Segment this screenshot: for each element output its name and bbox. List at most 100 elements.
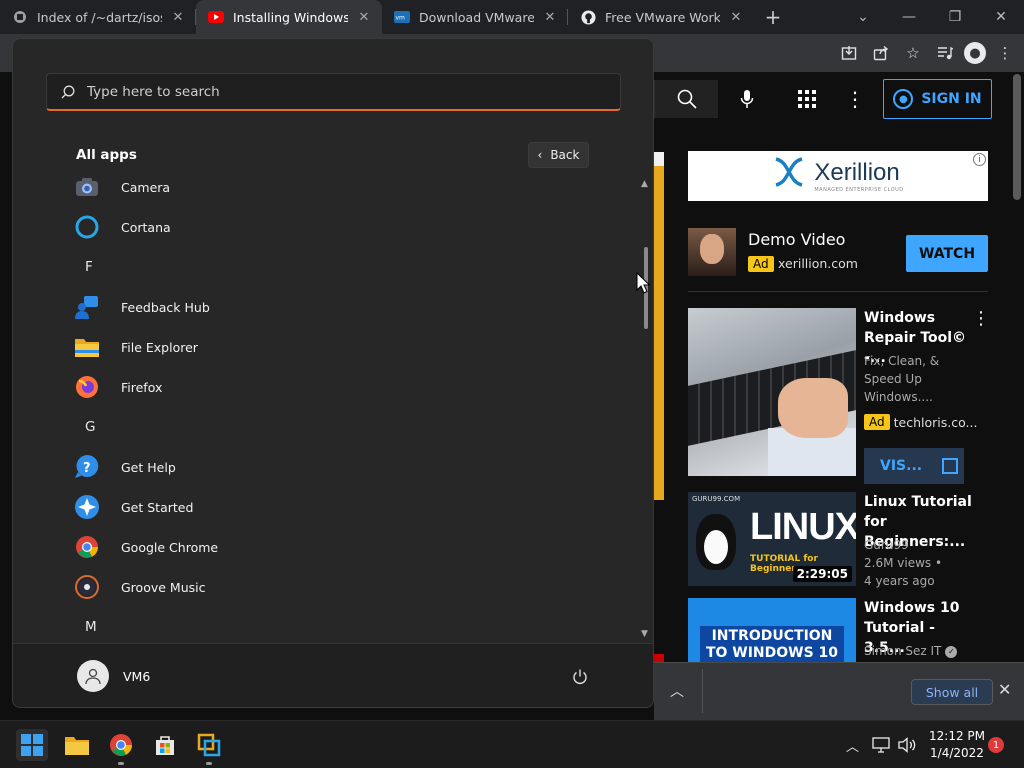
taskbar-vmware[interactable] — [193, 729, 225, 765]
browser-menu-icon[interactable]: ⋮ — [992, 40, 1018, 66]
profile-avatar-icon[interactable]: ● — [964, 42, 986, 64]
video-thumbnail[interactable]: GURU99.COM LINUX TUTORIAL for Beginner 2… — [688, 492, 856, 586]
folder-icon — [73, 333, 101, 361]
media-control-icon[interactable] — [932, 40, 958, 66]
window-controls: ⌄ — ❐ ✕ — [840, 0, 1024, 34]
show-all-downloads-button[interactable]: Show all — [911, 679, 993, 705]
network-icon[interactable] — [872, 721, 890, 768]
close-icon[interactable]: ✕ — [998, 680, 1011, 699]
user-avatar-icon — [77, 660, 109, 692]
page-scrollbar[interactable] — [1013, 72, 1021, 662]
app-groove-music[interactable]: Groove Music — [73, 567, 613, 607]
ad-domain: techloris.co... — [893, 414, 978, 430]
microphone-icon — [740, 90, 754, 108]
volume-icon[interactable] — [898, 721, 916, 768]
download-bar: ︿ Show all ✕ — [654, 662, 1024, 720]
browser-tab-strip: Index of /~dartz/isos/ ✕ Installing Wind… — [0, 0, 1024, 34]
install-app-icon[interactable] — [836, 40, 862, 66]
taskbar-chrome[interactable] — [105, 729, 137, 765]
app-get-help[interactable]: ? Get Help — [73, 447, 613, 487]
cortana-icon — [73, 213, 101, 241]
scroll-down-icon[interactable]: ▼ — [641, 629, 648, 639]
notification-badge[interactable]: 1 — [988, 737, 1004, 753]
chevron-up-icon[interactable]: ︿ — [670, 681, 684, 701]
video-duration: 2:29:05 — [792, 566, 852, 582]
list-item[interactable]: GURU99.COM LINUX TUTORIAL for Beginner 2… — [688, 492, 988, 588]
taskbar-file-explorer[interactable] — [61, 729, 93, 761]
all-apps-heading: All apps — [76, 147, 137, 163]
letter-header-g[interactable]: G — [85, 419, 95, 435]
vmware-workstation-icon — [197, 733, 221, 757]
start-search-input[interactable] — [87, 83, 567, 100]
tab-label: Index of /~dartz/isos/ — [37, 9, 162, 25]
firefox-icon — [73, 373, 101, 401]
channel-name[interactable]: Simon Sez IT — [864, 644, 941, 658]
yt-search-button[interactable] — [654, 80, 718, 118]
ad-info-icon[interactable]: i — [973, 153, 986, 166]
app-cortana[interactable]: Cortana — [73, 207, 613, 247]
start-button[interactable] — [16, 729, 48, 761]
yt-settings-more-icon[interactable]: ⋮ — [838, 80, 872, 118]
start-menu-footer: VM6 — [13, 643, 653, 707]
minimize-button[interactable]: — — [886, 9, 932, 25]
sign-in-button[interactable]: ● SIGN IN — [883, 79, 992, 119]
yt-apps-button[interactable] — [790, 80, 824, 118]
watch-button[interactable]: WATCH — [906, 235, 988, 272]
app-file-explorer[interactable]: File Explorer — [73, 327, 613, 367]
svg-text:vm: vm — [396, 15, 406, 22]
tab-index-isos[interactable]: Index of /~dartz/isos/ ✕ — [0, 0, 196, 34]
close-window-button[interactable]: ✕ — [978, 9, 1024, 25]
letter-header-f[interactable]: F — [85, 259, 93, 275]
tab-free-vmware[interactable]: Free VMware Workstat ✕ — [568, 0, 754, 34]
search-icon — [677, 89, 697, 109]
app-get-started[interactable]: Get Started — [73, 487, 613, 527]
app-camera[interactable]: Camera — [73, 167, 613, 207]
chevron-left-icon: ‹ — [537, 148, 543, 162]
ad-banner[interactable]: Xerillion MANAGED ENTERPRISE CLOUD i — [688, 151, 988, 201]
tab-search-icon[interactable]: ⌄ — [840, 9, 886, 25]
ad-tagline: MANAGED ENTERPRISE CLOUD — [814, 187, 904, 193]
groove-music-icon — [73, 573, 101, 601]
share-icon[interactable] — [868, 40, 894, 66]
app-firefox[interactable]: Firefox — [73, 367, 613, 407]
verified-check-icon: ✓ — [945, 645, 958, 658]
feedback-hub-icon — [73, 293, 101, 321]
tab-installing-windows-xp[interactable]: Installing Windows XP ✕ — [196, 0, 382, 34]
start-search-box[interactable] — [46, 73, 621, 111]
close-icon[interactable]: ✕ — [170, 10, 186, 25]
app-list-scrollbar[interactable]: ▲ ▼ — [641, 179, 651, 639]
external-link-icon — [942, 458, 959, 474]
app-feedback-hub[interactable]: Feedback Hub — [73, 287, 613, 327]
close-icon[interactable]: ✕ — [728, 10, 744, 25]
app-google-chrome[interactable]: Google Chrome — [73, 527, 613, 567]
visit-button[interactable]: VIS... — [864, 448, 964, 484]
youtube-icon — [208, 9, 224, 25]
video-thumbnail[interactable] — [688, 308, 856, 476]
sign-in-label: SIGN IN — [921, 91, 982, 107]
video-thumbnail[interactable]: INTRODUCTION TO WINDOWS 10 — [688, 598, 856, 662]
list-item[interactable]: INTRODUCTION TO WINDOWS 10 Windows 10 Tu… — [688, 598, 988, 662]
channel-name[interactable]: Guru99 — [864, 536, 974, 554]
user-account-button[interactable]: VM6 — [77, 660, 150, 692]
close-icon[interactable]: ✕ — [542, 10, 558, 25]
more-vert-icon[interactable]: ⋮ — [972, 308, 990, 329]
tab-download-vmware[interactable]: vm Download VMware Wo ✕ — [382, 0, 568, 34]
back-button[interactable]: ‹ Back — [528, 142, 589, 168]
scroll-up-icon[interactable]: ▲ — [641, 179, 648, 189]
voice-search-button[interactable] — [728, 80, 766, 118]
bookmark-star-icon[interactable]: ☆ — [900, 40, 926, 66]
new-tab-button[interactable]: + — [758, 5, 788, 29]
get-help-icon: ? — [73, 453, 101, 481]
list-item[interactable]: Windows Repair Tool© -... Fix, Clean, & … — [688, 308, 990, 484]
ad-brand: Xerillion — [814, 159, 900, 186]
advertiser-avatar — [688, 228, 736, 276]
site-icon — [12, 9, 28, 25]
letter-header-m[interactable]: M — [85, 619, 97, 635]
show-hidden-icons[interactable]: ︿ — [846, 721, 859, 768]
power-icon[interactable] — [571, 668, 589, 686]
taskbar-microsoft-store[interactable] — [149, 729, 181, 761]
close-icon[interactable]: ✕ — [356, 10, 372, 25]
restore-button[interactable]: ❐ — [932, 9, 978, 25]
taskbar-clock[interactable]: 12:12 PM 1/4/2022 — [926, 728, 988, 762]
camera-icon — [73, 173, 101, 201]
